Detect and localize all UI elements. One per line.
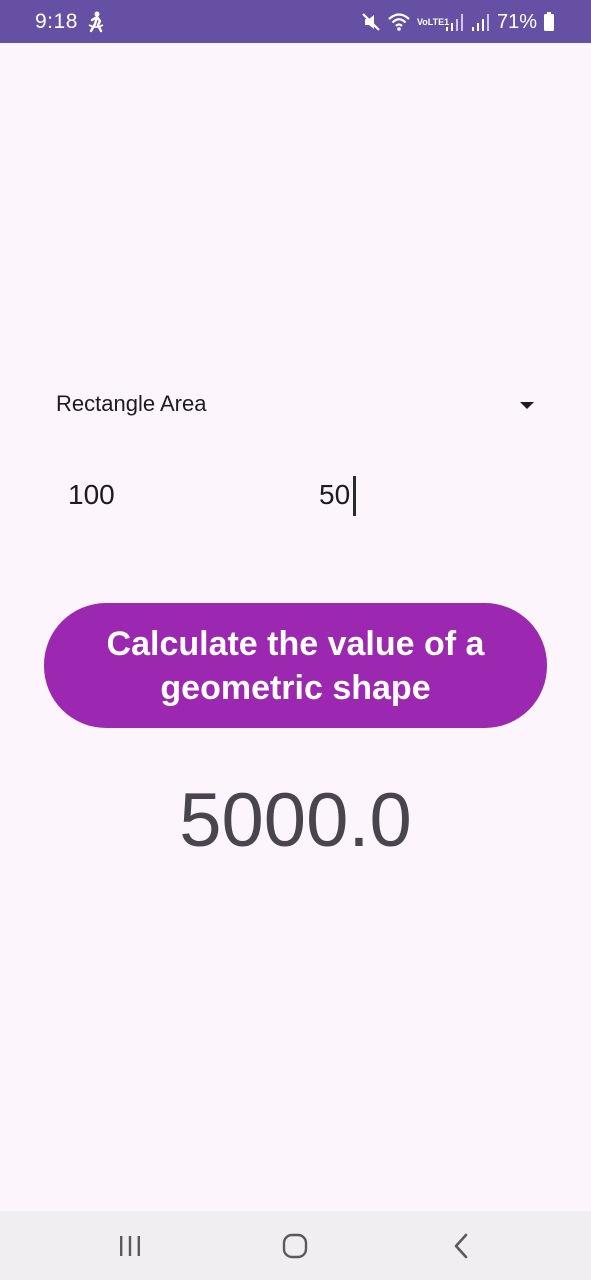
status-time: 9:18 <box>35 10 78 33</box>
navigation-bar <box>0 1211 591 1280</box>
wifi-icon <box>387 11 411 33</box>
signal-icon <box>445 11 465 33</box>
network-label: VoLTE1 <box>416 16 450 27</box>
back-icon[interactable] <box>444 1228 480 1264</box>
first-number-value: 100 <box>68 479 115 510</box>
battery-percent: 71% <box>496 11 537 33</box>
second-number-value: 50 <box>319 479 351 510</box>
app-screen: 9:18 VoLTE1 71% Rectangle Area 100 50 Ca… <box>0 0 591 1280</box>
recents-icon[interactable] <box>112 1228 148 1264</box>
result-value: 5000.0 <box>179 778 412 863</box>
signal-icon <box>471 11 491 33</box>
dropdown-arrow-icon <box>519 398 535 409</box>
text-cursor <box>353 476 356 516</box>
status-icons: VoLTE1 71% <box>361 8 555 36</box>
person-walk-icon <box>86 11 106 33</box>
home-icon[interactable] <box>277 1228 313 1264</box>
battery-icon <box>543 11 555 33</box>
mute-icon <box>361 11 381 33</box>
shape-dropdown[interactable]: Rectangle Area <box>40 380 550 428</box>
calculate-button[interactable]: Calculate the value of a geometric shape <box>44 603 547 728</box>
status-bar: 9:18 VoLTE1 71% <box>0 0 591 43</box>
shape-dropdown-selected: Rectangle Area <box>56 391 207 416</box>
